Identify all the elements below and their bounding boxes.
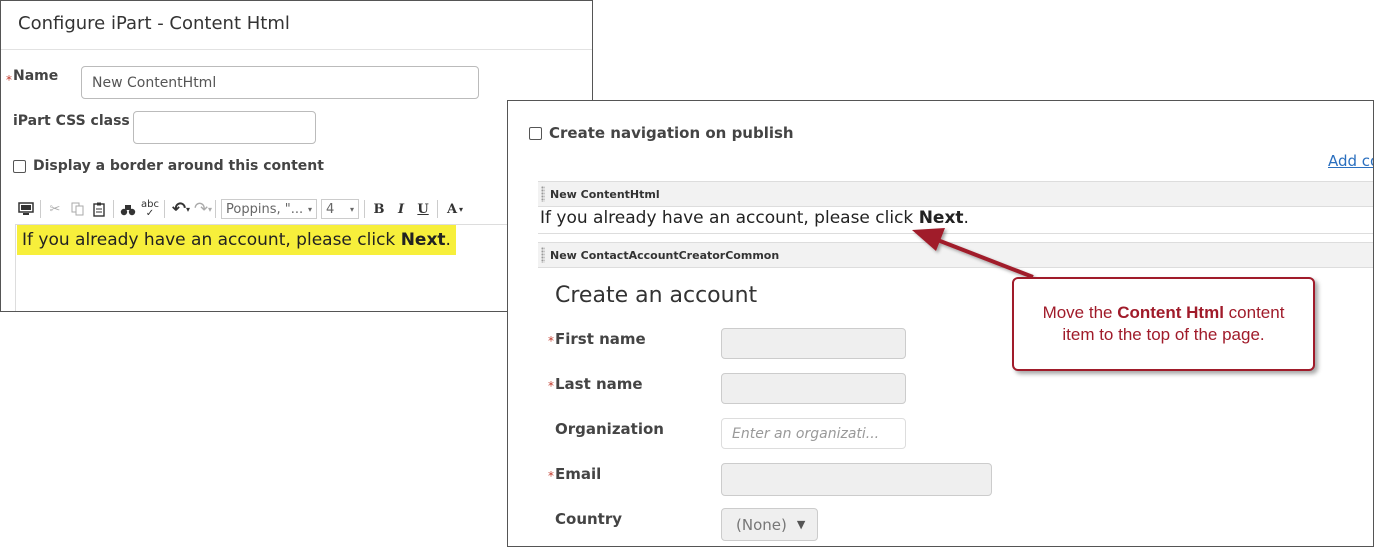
font-size-select[interactable]: 4 ▾	[321, 199, 360, 219]
organization-input[interactable]: Enter an organizati...	[721, 418, 906, 449]
font-family-select[interactable]: Poppins, "... ▾	[221, 199, 318, 219]
css-class-input[interactable]	[133, 111, 316, 144]
toolbar-separator	[40, 200, 41, 218]
content-text: If you already have an account, please c…	[540, 208, 919, 228]
border-checkbox[interactable]	[13, 160, 26, 173]
title-divider	[1, 49, 592, 50]
callout-line-1: Move the Content Html content	[1014, 302, 1313, 324]
country-value: (None)	[736, 515, 787, 534]
toolbar-separator	[215, 200, 217, 218]
bold-button[interactable]: B	[368, 198, 390, 220]
font-size-dropdown-icon: ▾	[350, 204, 355, 214]
required-marker: *	[548, 379, 554, 393]
content-text-end: .	[963, 208, 969, 228]
underline-button[interactable]: U	[412, 198, 434, 220]
paste-icon[interactable]	[88, 198, 110, 220]
font-size-value: 4	[326, 201, 335, 217]
toolbar-separator	[437, 200, 439, 218]
cut-icon[interactable]: ✂	[44, 198, 66, 220]
font-color-dropdown-icon[interactable]: ▾	[459, 205, 463, 214]
toolbar-separator	[364, 200, 366, 218]
callout-text-bold: Content Html	[1117, 303, 1224, 322]
required-marker: *	[6, 73, 12, 87]
css-class-label: iPart CSS class	[13, 113, 130, 129]
spellcheck-icon[interactable]: abc ✓	[139, 198, 161, 220]
content-text-bold: Next	[918, 208, 964, 228]
organization-label: Organization	[555, 420, 664, 438]
form-heading: Create an account	[555, 283, 758, 308]
editor-text-end: .	[445, 230, 451, 250]
create-navigation-checkbox[interactable]	[529, 127, 542, 140]
content-item-title: New ContentHtml	[550, 187, 660, 201]
email-label: Email	[555, 465, 602, 483]
callout-line-2: item to the top of the page.	[1062, 325, 1265, 344]
required-marker: *	[548, 334, 554, 348]
configure-ipart-dialog: Configure iPart - Content Html * Name Ne…	[0, 0, 593, 312]
required-marker: *	[548, 469, 554, 483]
editor-text: If you already have an account, please c…	[22, 230, 401, 250]
country-select[interactable]: (None) ▼	[721, 508, 818, 541]
drag-handle-icon[interactable]	[541, 247, 545, 263]
add-content-link[interactable]: Add co	[1328, 152, 1373, 170]
border-checkbox-label: Display a border around this content	[33, 158, 324, 174]
callout-text-post: content	[1223, 303, 1285, 322]
italic-button[interactable]: I	[390, 198, 412, 220]
toolbar-separator	[113, 200, 114, 218]
copy-icon[interactable]	[66, 198, 88, 220]
chevron-down-icon: ▼	[796, 518, 806, 531]
toolbar-separator	[164, 200, 165, 218]
dialog-title: Configure iPart - Content Html	[18, 13, 290, 34]
content-item-header[interactable]: New ContentHtml	[538, 181, 1373, 207]
font-family-dropdown-icon: ▾	[308, 204, 313, 214]
create-navigation-label: Create navigation on publish	[549, 124, 794, 142]
first-name-input[interactable]	[721, 328, 906, 359]
country-label: Country	[555, 510, 623, 528]
callout-text-pre: Move the	[1042, 303, 1118, 322]
editor-highlighted-text: If you already have an account, please c…	[17, 225, 456, 255]
editor-text-bold: Next	[400, 230, 446, 250]
email-input[interactable]	[721, 463, 992, 496]
drag-handle-icon[interactable]	[541, 186, 545, 202]
content-divider	[538, 233, 1373, 234]
monitor-icon[interactable]	[15, 198, 37, 220]
font-family-value: Poppins, "...	[226, 201, 304, 217]
find-icon[interactable]	[117, 198, 139, 220]
last-name-label: Last name	[555, 375, 643, 393]
content-item-header[interactable]: New ContactAccountCreatorCommon	[538, 242, 1373, 268]
content-item-title: New ContactAccountCreatorCommon	[550, 248, 780, 262]
last-name-input[interactable]	[721, 373, 906, 404]
first-name-label: First name	[555, 330, 646, 348]
name-input[interactable]: New ContentHtml	[81, 66, 479, 99]
instruction-callout: Move the Content Html content item to th…	[1012, 277, 1315, 371]
name-label: Name	[13, 68, 59, 84]
redo-dropdown-icon[interactable]: ▾	[208, 205, 212, 214]
content-item-text: If you already have an account, please c…	[540, 208, 969, 228]
